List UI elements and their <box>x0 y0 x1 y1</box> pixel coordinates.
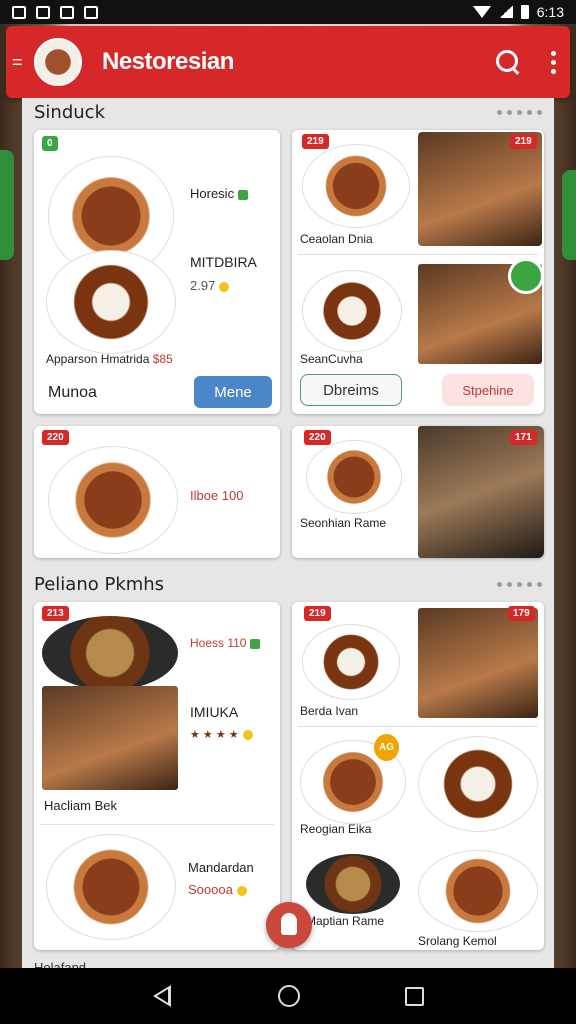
content-panel: Sinduck 0 Horesic MITDBIRA 2.97 Apparson… <box>22 98 554 968</box>
wifi-icon <box>472 6 491 18</box>
dish-name: IMIUKA <box>190 704 239 720</box>
system-nav-bar <box>0 968 576 1024</box>
card-badge: 219 <box>510 134 537 149</box>
section-title: Peliano Pkmhs <box>34 574 165 595</box>
link-icon <box>60 5 74 19</box>
section-header: Sinduck <box>34 102 542 123</box>
dish-image <box>302 624 400 700</box>
menu-icon[interactable]: = <box>12 52 28 73</box>
dish-image <box>46 250 176 354</box>
card-badge: 0 <box>42 136 58 151</box>
floating-action-button[interactable] <box>266 902 312 948</box>
dish-name: MITDBIRA <box>190 254 257 270</box>
dish-name: Maptian Rame <box>306 914 385 928</box>
dish-description: Apparson Hmatrida $85 <box>46 352 173 366</box>
restaurant-photo <box>418 426 544 558</box>
card-badge: 220 <box>42 430 69 445</box>
divider <box>298 254 538 255</box>
dish-image <box>42 616 178 690</box>
dish-photo <box>418 608 538 718</box>
menu-button[interactable]: Mene <box>194 376 272 408</box>
verified-icon <box>508 258 544 294</box>
battery-icon <box>520 5 529 19</box>
dish-label: Horesic <box>190 186 249 201</box>
background-decor <box>0 150 14 260</box>
card-badge: 220 <box>304 430 331 445</box>
dish-card[interactable]: 213 Hoess 110 IMIUKA ★ ★ ★ ★ Hacliam Bek… <box>34 602 280 950</box>
dish-image <box>302 144 410 228</box>
dish-name: Ceaolan Dnia <box>300 232 373 246</box>
dish-photo <box>418 132 542 246</box>
dish-card[interactable]: 0 Horesic MITDBIRA 2.97 Apparson Hmatrid… <box>34 130 280 414</box>
home-icon[interactable] <box>277 985 300 1007</box>
dish-price: Sooooa <box>188 882 247 897</box>
app-logo <box>34 38 82 86</box>
section-header: Peliano Pkmhs <box>34 574 542 595</box>
search-icon[interactable] <box>495 49 521 75</box>
dish-name: Berda Ivan <box>300 704 359 718</box>
status-bar: 6:13 <box>0 0 576 24</box>
more-dots-icon[interactable] <box>497 582 542 587</box>
dish-price: Hoess 110 <box>190 636 261 650</box>
photo-icon <box>36 5 50 19</box>
card-badge: 219 <box>304 606 331 621</box>
dish-name: Srolang Kemol <box>418 934 497 948</box>
card-footer-label: Munoa <box>48 384 97 401</box>
card-badge: 213 <box>42 606 69 621</box>
card-badge: 179 <box>508 606 535 621</box>
dish-price: Ilboe 100 <box>190 488 244 503</box>
dish-name: Hacliam Bek <box>44 798 117 813</box>
more-options-icon[interactable] <box>551 50 556 74</box>
status-time: 6:13 <box>536 4 564 20</box>
card-badge: 219 <box>302 134 329 149</box>
card-badge: 171 <box>510 430 537 445</box>
back-icon[interactable] <box>152 985 173 1007</box>
app-bar: = Nestoresian <box>6 26 570 98</box>
store-icon <box>84 5 98 19</box>
dish-name: Reogian Eika <box>300 822 372 836</box>
more-dots-icon[interactable] <box>497 110 542 115</box>
dish-price: 2.97 <box>190 278 230 293</box>
dish-image <box>418 736 538 832</box>
notification-icon <box>12 5 26 19</box>
stpehine-button[interactable]: Stpehine <box>442 374 534 406</box>
dish-card[interactable]: 219 179 Berda Ivan AG Reogian Eika Mapti… <box>292 602 544 950</box>
divider <box>298 726 538 727</box>
dish-name: Mandardan <box>188 860 254 875</box>
divider <box>40 824 274 825</box>
dish-card[interactable]: 220 Ilboe 100 <box>34 426 280 558</box>
dish-card[interactable]: 220 171 Seonhian Rame <box>292 426 544 558</box>
background-decor <box>562 170 576 260</box>
rating-stars: ★ ★ ★ ★ <box>190 728 253 741</box>
chef-icon <box>281 913 297 935</box>
dish-image <box>306 854 400 914</box>
dish-name: Seonhian Rame <box>300 516 387 530</box>
recent-apps-icon[interactable] <box>404 986 424 1006</box>
dish-image <box>48 446 178 554</box>
section-title: Sinduck <box>34 102 105 123</box>
signal-icon <box>498 6 513 18</box>
dish-name: SeanCuvha <box>300 352 363 366</box>
dish-image <box>46 834 176 940</box>
dish-image <box>418 850 538 932</box>
dish-card[interactable]: 219 219 Ceaolan Dnia SeanCuvha Dbreims S… <box>292 130 544 414</box>
dish-photo <box>42 686 178 790</box>
dish-image <box>306 440 402 514</box>
app-title: Nestoresian <box>102 48 234 75</box>
dbreims-button[interactable]: Dbreims <box>300 374 402 406</box>
dish-image <box>302 270 402 352</box>
tag-badge: AG <box>374 734 399 761</box>
